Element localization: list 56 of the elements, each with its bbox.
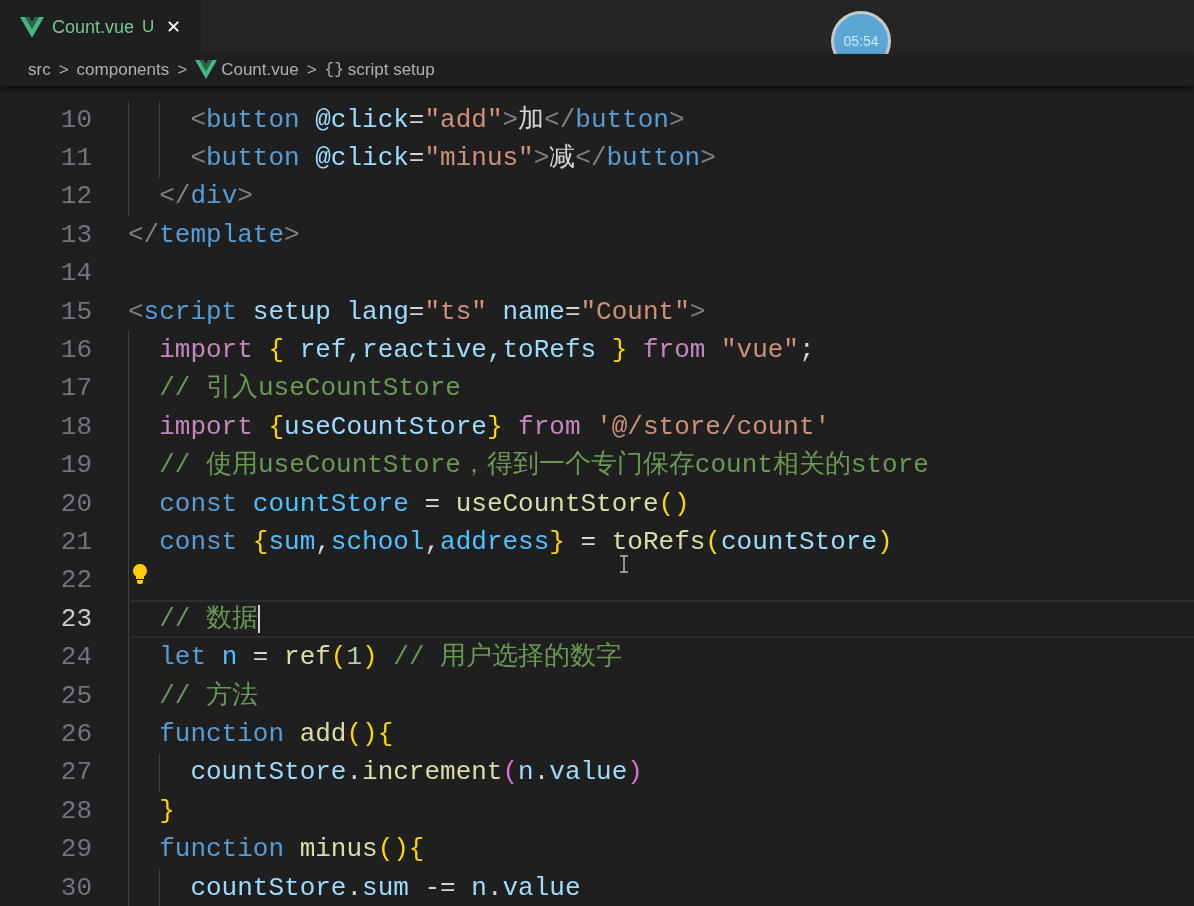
editor-tab[interactable]: Count.vue U ✕ — [0, 0, 202, 54]
code-line: import { ref,reactive,toRefs } from "vue"; — [158, 334, 815, 368]
line-number: 29 — [60, 833, 92, 867]
breadcrumb-item[interactable]: src — [28, 57, 51, 83]
code-line: <button @click="add">加</button> — [189, 103, 685, 137]
line-number: 26 — [60, 717, 92, 751]
line-number: 18 — [60, 410, 92, 444]
code-line: <button @click="minus">减</button> — [189, 142, 716, 176]
code-line: } — [158, 794, 175, 828]
line-number: 19 — [60, 449, 92, 483]
code-line: const {sum,school,address} = toRefs(countStore) — [158, 526, 893, 559]
line-number: 13 — [60, 218, 92, 252]
line-number: 17 — [60, 372, 92, 406]
line-number: 16 — [60, 334, 92, 368]
code-line: countStore.sum -= n.value — [189, 871, 581, 905]
line-number: 11 — [60, 142, 92, 176]
breadcrumb-item[interactable]: components — [76, 57, 170, 83]
separator-icon: > — [173, 57, 192, 83]
line-number: 20 — [60, 487, 92, 521]
code-line: </div> — [158, 180, 253, 214]
separator-icon: > — [302, 57, 321, 83]
line-number: 28 — [60, 794, 92, 828]
status-label: U — [142, 16, 155, 39]
breadcrumb-item[interactable]: Count.vue — [221, 57, 299, 83]
code-line: <script setup lang="ts" name="Count"> — [128, 295, 706, 329]
lightbulb-icon[interactable] — [132, 563, 148, 584]
line-number: 12 — [60, 180, 92, 214]
braces-icon: {} — [324, 58, 344, 82]
line-number: 24 — [60, 641, 92, 675]
code-line: const countStore = useCountStore() — [158, 487, 690, 521]
vue-icon — [195, 60, 218, 80]
breadcrumb-item[interactable]: script setup — [347, 57, 435, 83]
code-line: </template> — [128, 218, 300, 252]
code-line: // 数据 — [158, 602, 258, 636]
line-number: 30 — [60, 871, 92, 905]
code-line: // 使用useCountStore，得到一个专门保存count相关的store — [158, 449, 929, 483]
code-line: import {useCountStore} from '@/store/count' — [158, 410, 831, 444]
vue-icon — [20, 16, 44, 38]
line-number: 25 — [60, 679, 92, 713]
code-line: // 方法 — [158, 679, 258, 713]
code-line: function add(){ — [158, 717, 394, 751]
code-line: function minus(){ — [158, 833, 425, 867]
line-number: 21 — [60, 526, 92, 559]
line-number: 14 — [60, 257, 92, 291]
code-line: let n = ref(1) // 用户选择的数字 — [158, 641, 623, 675]
line-number: 10 — [60, 103, 92, 137]
line-number: 22 — [60, 564, 92, 598]
text-cursor-icon — [619, 555, 629, 573]
code-line: // 引入useCountStore — [158, 372, 461, 406]
line-number: 27 — [60, 756, 92, 790]
separator-icon: > — [54, 57, 73, 83]
code-line: countStore.increment(n.value) — [189, 756, 643, 790]
close-icon[interactable]: ✕ — [166, 13, 182, 41]
text-cursor — [258, 605, 260, 634]
line-number: 15 — [60, 295, 92, 329]
line-number: 23 — [60, 602, 92, 636]
